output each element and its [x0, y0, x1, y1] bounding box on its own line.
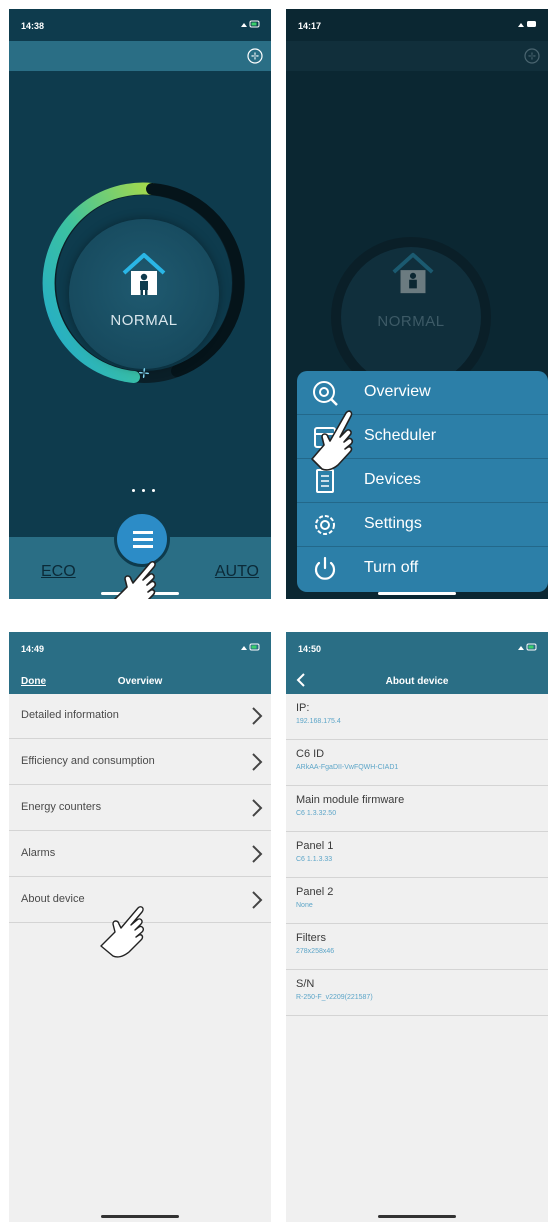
list-item-alarms[interactable]: Alarms — [9, 832, 271, 877]
home-screen: 14:38 NORMAL ECO AUTO — [9, 9, 271, 599]
info-value: C6 1.1.3.33 — [296, 856, 333, 863]
info-key: Panel 1 — [296, 840, 334, 852]
auto-button[interactable]: AUTO — [215, 563, 259, 581]
status-bar: 14:38 — [9, 9, 271, 41]
info-key: Filters — [296, 932, 326, 944]
menu-item-label: Devices — [364, 471, 421, 488]
info-key: S/N — [296, 978, 315, 990]
power-icon — [314, 556, 336, 580]
status-bar: 14:50 — [286, 632, 548, 664]
menu-item-label: Turn off — [364, 559, 419, 576]
tap-hand-icon — [311, 410, 354, 471]
info-value: 278x258x46 — [296, 948, 335, 955]
status-time: 14:50 — [298, 644, 322, 654]
wifi-battery-icon — [231, 642, 261, 652]
fan-settings-icon[interactable] — [524, 48, 540, 64]
about-device-screen: 14:50 About device IP: 192.168.175.4 C6 … — [286, 632, 548, 1222]
wifi-battery-icon — [508, 642, 538, 652]
tap-hand-icon — [100, 906, 144, 958]
menu-item-label: Settings — [364, 515, 422, 532]
nav-bar: 14:49 Done Overview — [9, 632, 271, 694]
wifi-battery-icon — [508, 19, 538, 29]
list-item-efficiency-and-consumption[interactable]: Efficiency and consumption — [9, 740, 271, 785]
status-time: 14:17 — [298, 21, 322, 31]
fan-settings-icon[interactable] — [247, 48, 263, 64]
chevron-right-icon — [252, 753, 263, 771]
info-key: IP: — [296, 702, 310, 714]
info-row-filters: Filters 278x258x46 — [286, 924, 548, 970]
home-person-icon — [392, 252, 434, 294]
list-item-label: Efficiency and consumption — [21, 755, 155, 767]
fan-icon — [138, 367, 150, 379]
menu-item-settings[interactable]: Settings — [297, 503, 548, 547]
info-value: None — [296, 902, 313, 909]
home-person-icon — [122, 253, 166, 295]
info-value: R-250-F_v2209(221587) — [296, 994, 373, 1001]
list-item-label: Alarms — [21, 847, 56, 859]
info-row-ip: IP: 192.168.175.4 — [286, 694, 548, 740]
top-bar — [286, 41, 548, 71]
menu-item-turn-off[interactable]: Turn off — [297, 547, 548, 591]
page-indicator — [130, 489, 160, 493]
info-row-c6-id: C6 ID ARkAA-FgaDII-VwFQWH-CIAD1 — [286, 740, 548, 786]
chevron-right-icon — [252, 891, 263, 909]
info-key: Main module firmware — [296, 794, 405, 806]
page-title: Overview — [117, 676, 163, 687]
info-row-panel-1: Panel 1 C6 1.1.3.33 — [286, 832, 548, 878]
chevron-right-icon — [252, 799, 263, 817]
info-key: Panel 2 — [296, 886, 334, 898]
info-value: ARkAA-FgaDII-VwFQWH-CIAD1 — [296, 764, 399, 771]
eco-button[interactable]: ECO — [41, 563, 76, 581]
settings-icon — [315, 515, 335, 535]
info-value: 192.168.175.4 — [296, 718, 341, 725]
status-time: 14:49 — [21, 644, 45, 654]
info-row-main-firmware: Main module firmware C6 1.3.32.50 — [286, 786, 548, 832]
list-item-energy-counters[interactable]: Energy counters — [9, 786, 271, 831]
chevron-right-icon — [252, 707, 263, 725]
info-row-serial-number: S/N R-250-F_v2209(221587) — [286, 970, 548, 1016]
home-indicator — [378, 592, 456, 595]
list-item-label: Energy counters — [21, 801, 102, 813]
page-title: About device — [385, 676, 449, 687]
nav-bar: 14:50 About device — [286, 632, 548, 694]
menu-item-label: Overview — [364, 383, 431, 400]
chevron-right-icon — [252, 845, 263, 863]
list-item-label: Detailed information — [21, 709, 119, 721]
tap-hand-icon — [113, 561, 157, 599]
menu-screen: 14:17 NORMAL Overview Scheduler Devices … — [286, 9, 548, 599]
mode-label: NORMAL — [377, 313, 445, 330]
status-bar: 14:49 — [9, 632, 271, 664]
list-item-detailed-information[interactable]: Detailed information — [9, 694, 271, 739]
menu-item-label: Scheduler — [364, 427, 437, 444]
info-key: C6 ID — [296, 748, 325, 760]
info-row-panel-2: Panel 2 None — [286, 878, 548, 924]
status-bar: 14:17 — [286, 9, 548, 41]
list-item-label: About device — [21, 893, 85, 905]
info-value: C6 1.3.32.50 — [296, 810, 337, 817]
wifi-battery-icon — [231, 19, 261, 29]
top-bar — [9, 41, 271, 71]
overview-screen: 14:49 Done Overview Detailed information… — [9, 632, 271, 1222]
status-time: 14:38 — [21, 21, 45, 31]
mode-label: NORMAL — [110, 312, 178, 329]
